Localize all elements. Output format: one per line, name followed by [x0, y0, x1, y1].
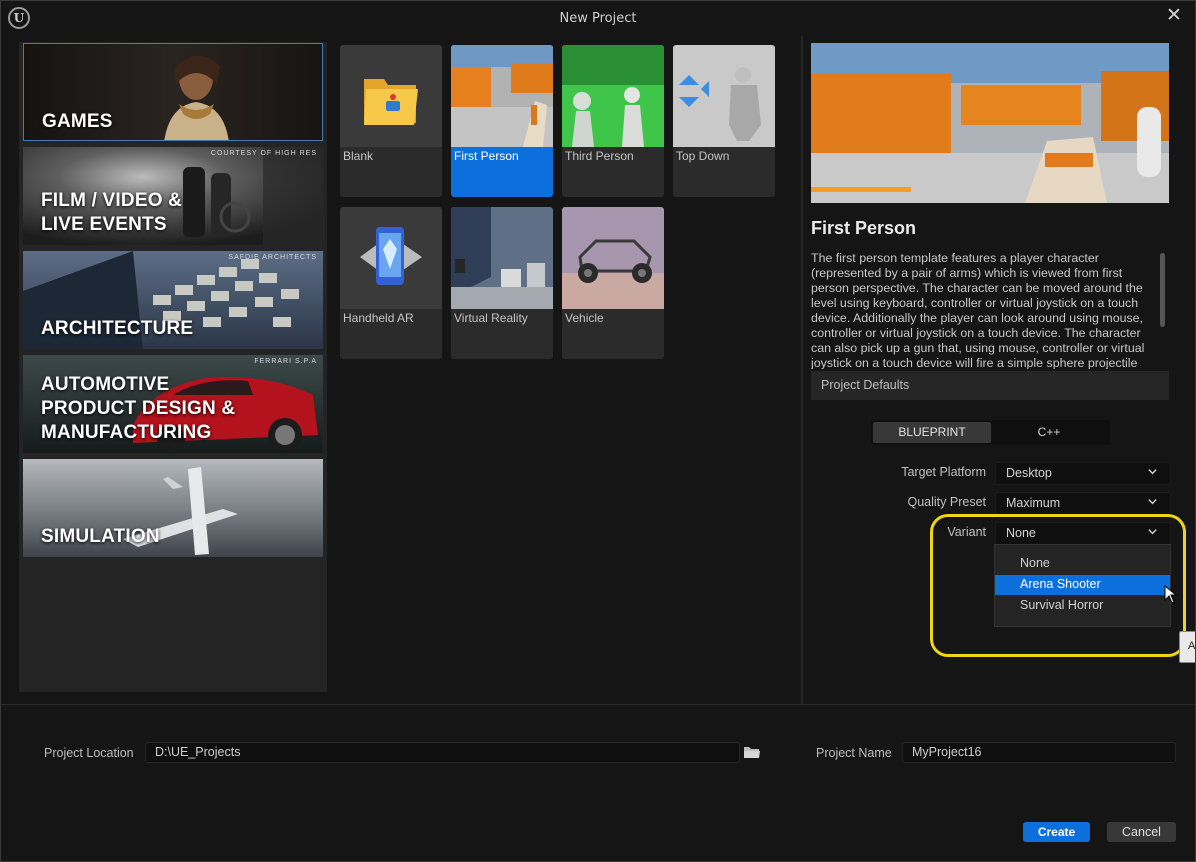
window-title: New Project: [559, 11, 637, 26]
project-location-value: D:\UE_Projects: [155, 745, 241, 759]
chevron-down-icon: [1148, 499, 1157, 505]
template-third-person[interactable]: Third Person: [562, 45, 664, 197]
project-location-label: Project Location: [44, 746, 134, 760]
quality-preset-label: Quality Preset: [907, 495, 986, 509]
tooltip: A: [1179, 631, 1196, 663]
template-label: Top Down: [676, 149, 730, 163]
folder-icon: [340, 45, 442, 147]
project-name-field[interactable]: MyProject16: [902, 742, 1176, 763]
category-architecture[interactable]: SAFDIE ARCHITECTS ARCHITECTURE: [23, 251, 323, 349]
template-blank[interactable]: Blank: [340, 45, 442, 197]
category-label: SIMULATION: [41, 526, 160, 547]
template-top-down[interactable]: Top Down: [673, 45, 775, 197]
vr-thumbnail: [451, 207, 553, 309]
project-name-label: Project Name: [816, 746, 892, 760]
create-button[interactable]: Create: [1023, 822, 1090, 842]
cancel-button[interactable]: Cancel: [1107, 822, 1176, 842]
close-icon[interactable]: ✕: [1164, 5, 1184, 25]
folder-icon[interactable]: [743, 745, 761, 759]
category-games[interactable]: GAMES: [23, 43, 323, 141]
category-label: ARCHITECTURE: [41, 318, 194, 339]
category-label: GAMES: [42, 111, 113, 132]
template-label: Vehicle: [565, 311, 604, 325]
category-automotive[interactable]: FERRARI S.P.A AUTOMOTIVE PRODUCT DESIGN …: [23, 355, 323, 453]
category-simulation[interactable]: SIMULATION: [23, 459, 323, 557]
target-platform-label: Target Platform: [901, 465, 986, 479]
first-person-thumbnail: [451, 45, 553, 147]
template-vehicle[interactable]: Vehicle: [562, 207, 664, 359]
project-defaults-label: Project Defaults: [821, 378, 910, 392]
category-label: FILM / VIDEO & LIVE EVENTS: [41, 190, 183, 235]
template-label: Handheld AR: [343, 311, 414, 325]
project-name-value: MyProject16: [912, 745, 982, 759]
blueprint-option[interactable]: BLUEPRINT: [873, 422, 991, 443]
template-description: The first person template features a pla…: [811, 251, 1145, 369]
language-toggle: BLUEPRINT C++: [871, 420, 1110, 445]
vehicle-thumbnail: [562, 207, 664, 309]
template-first-person[interactable]: First Person: [451, 45, 553, 197]
category-credit: FERRARI S.P.A: [254, 358, 317, 365]
category-credit: SAFDIE ARCHITECTS: [228, 254, 317, 261]
category-credit: COURTESY OF HIGH RES: [210, 150, 317, 157]
bottom-divider: [0, 704, 1196, 705]
template-label: First Person: [454, 149, 519, 163]
category-label: AUTOMOTIVE PRODUCT DESIGN & MANUFACTURIN…: [41, 374, 236, 443]
cpp-option[interactable]: C++: [990, 422, 1108, 443]
template-label: Blank: [343, 149, 374, 163]
quality-preset-select[interactable]: Maximum: [995, 492, 1171, 515]
ar-phone-icon: [340, 207, 442, 309]
template-virtual-reality[interactable]: Virtual Reality: [451, 207, 553, 359]
panel-divider: [801, 36, 803, 704]
target-platform-select[interactable]: Desktop: [995, 462, 1171, 485]
template-label: Third Person: [565, 149, 634, 163]
template-title: First Person: [811, 218, 917, 238]
quality-preset-value: Maximum: [1006, 496, 1061, 510]
category-film-video[interactable]: COURTESY OF HIGH RES FILM / VIDEO & LIVE…: [23, 147, 323, 245]
project-defaults-header: Project Defaults: [811, 371, 1169, 400]
chevron-down-icon: [1148, 469, 1157, 475]
template-handheld-ar[interactable]: Handheld AR: [340, 207, 442, 359]
description-scrollbar[interactable]: [1160, 253, 1165, 327]
top-down-thumbnail: [673, 45, 775, 147]
target-platform-value: Desktop: [1006, 466, 1052, 480]
third-person-thumbnail: [562, 45, 664, 147]
variant-highlight-annotation: [930, 514, 1186, 657]
project-location-field[interactable]: D:\UE_Projects: [145, 742, 740, 763]
template-preview-image: [811, 43, 1169, 203]
template-label: Virtual Reality: [454, 311, 528, 325]
